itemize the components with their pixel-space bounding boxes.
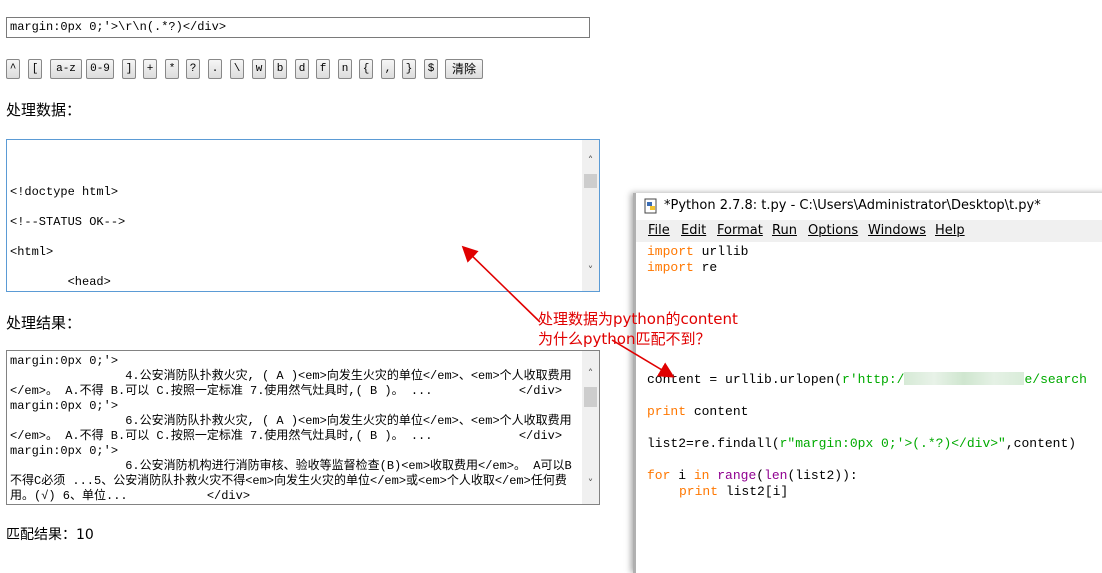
annotation-line: 为什么python匹配不到？: [538, 330, 711, 348]
arrow-to-data: [461, 245, 541, 323]
annotation-line: 处理数据为python的content: [538, 310, 738, 328]
annotation-arrows: [461, 245, 675, 378]
annotation-text: 处理数据为python的content 为什么python匹配不到？: [538, 309, 738, 349]
